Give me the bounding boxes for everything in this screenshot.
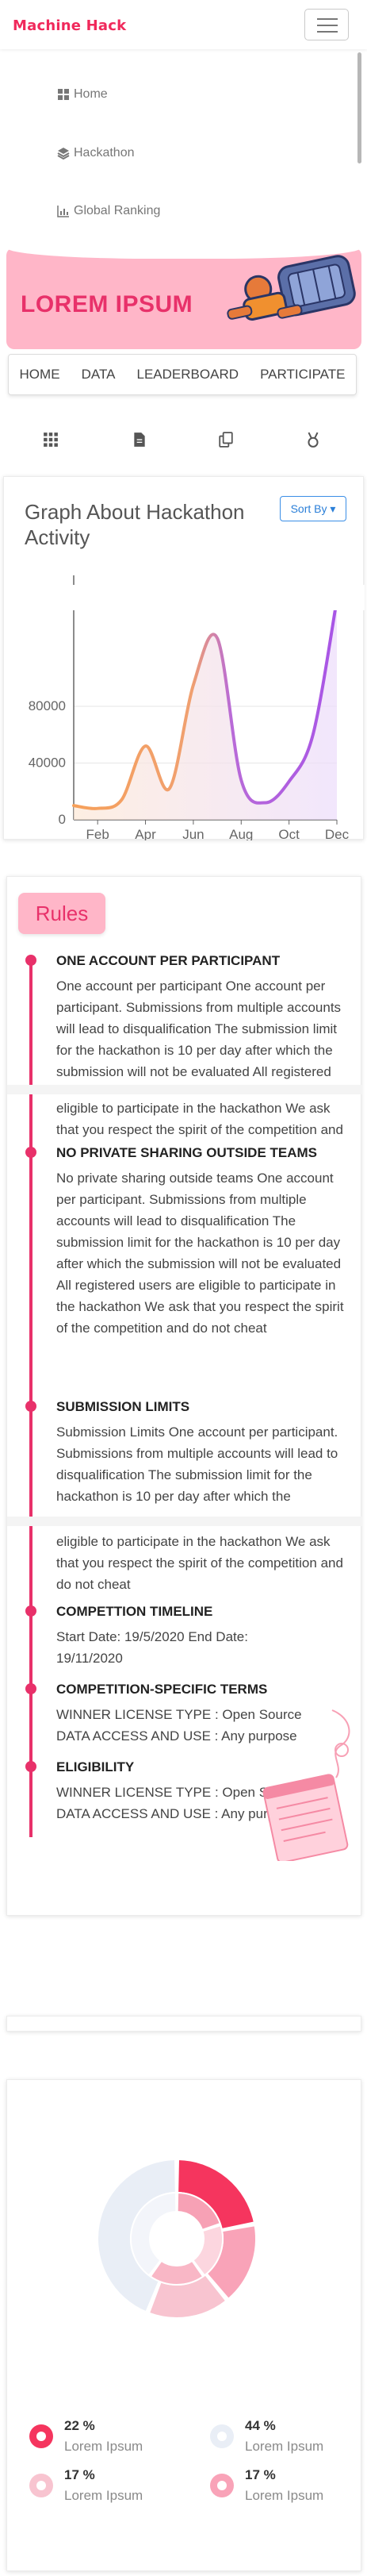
rules-badge: Rules: [18, 893, 105, 934]
rule-text: eligible to participate in the hackathon…: [56, 1101, 343, 1137]
chart-gap-band: [4, 585, 365, 610]
nav-menu: Home Hackathon Global Ranking: [0, 49, 367, 240]
medal-icon[interactable]: [305, 432, 321, 448]
top-navbar: Machine Hack: [0, 0, 367, 49]
x-tick-label: Feb: [86, 827, 109, 840]
notepad-illustration: [262, 1709, 350, 1861]
rule-heading: COMPETITION-SPECIFIC TERMS: [56, 1682, 268, 1697]
rule-heading: ONE ACCOUNT PER PARTICIPANT: [56, 953, 281, 968]
layers-icon: [57, 148, 70, 160]
x-tick-label: Dec: [325, 827, 350, 840]
grid-icon: [58, 89, 69, 100]
timeline-dot: [25, 1683, 36, 1694]
hackathon-tabs: HOME DATA LEADERBOARD PARTICIPATE: [8, 354, 357, 395]
rule-heading: ELIGIBILITY: [56, 1759, 135, 1774]
legend-item: 17 % Lorem Ipsum: [210, 2464, 367, 2512]
x-tick-label: Jun: [182, 827, 204, 840]
x-tick-label: Oct: [278, 827, 300, 840]
timeline-dot: [25, 955, 36, 966]
grid-icon[interactable]: [43, 432, 59, 448]
hamburger-line-icon: [317, 31, 338, 33]
timeline-dot: [25, 1761, 36, 1772]
nav-link-hackathon[interactable]: Hackathon: [57, 146, 135, 160]
nav-link-global-ranking[interactable]: Global Ranking: [57, 204, 160, 218]
astronaut-illustration: [227, 255, 356, 321]
donut-center: [150, 2212, 204, 2266]
rule-text: Start Date: 19/5/2020 End Date: 19/11/20…: [56, 1629, 248, 1666]
banner-title: LOREM IPSUM: [21, 291, 193, 317]
rule-heading: COMPETTION TIMELINE: [56, 1604, 213, 1619]
nav-link-home[interactable]: Home: [57, 87, 108, 102]
rule-text: No private sharing outside teams One acc…: [56, 1171, 344, 1336]
legend-label: Lorem Ipsum: [64, 2439, 143, 2454]
y-tick-label: 0: [59, 812, 66, 827]
timeline-dot: [25, 1605, 36, 1617]
legend-item: 17 % Lorem Ipsum: [29, 2464, 188, 2512]
tab-participate[interactable]: PARTICIPATE: [260, 367, 345, 383]
distribution-donut-card: 22 % Lorem Ipsum 44 % Lorem Ipsum 17 % L…: [6, 2079, 361, 2571]
legend-ring-icon: [210, 2424, 234, 2448]
tab-leaderboard[interactable]: LEADERBOARD: [137, 367, 239, 383]
tab-home[interactable]: HOME: [20, 367, 60, 383]
hamburger-line-icon: [317, 18, 338, 20]
legend-ring-icon: [29, 2424, 53, 2448]
rule-heading: NO PRIVATE SHARING OUTSIDE TEAMS: [56, 1145, 318, 1160]
document-icon[interactable]: [132, 432, 147, 448]
x-tick-label: Apr: [135, 827, 156, 840]
legend-percent: 22 %: [64, 2418, 95, 2433]
legend-label: Lorem Ipsum: [245, 2439, 324, 2454]
nav-link-label: Home: [74, 87, 108, 101]
chart-icon: [57, 206, 69, 217]
copy-icon[interactable]: [218, 432, 234, 448]
nav-link-label: Global Ranking: [74, 204, 161, 217]
legend-item: 22 % Lorem Ipsum: [29, 2415, 188, 2463]
rule-text: One account per participant One account …: [56, 978, 342, 1079]
legend-percent: 17 %: [64, 2467, 95, 2482]
timeline-dot: [25, 1401, 36, 1412]
menu-toggle-button[interactable]: [304, 9, 349, 40]
legend-ring-icon: [29, 2474, 53, 2497]
timeline-dot: [25, 1147, 36, 1158]
brand-logo[interactable]: Machine Hack: [13, 17, 126, 34]
legend-label: Lorem Ipsum: [245, 2488, 324, 2503]
section-divider: [7, 1085, 362, 1094]
rules-card: Rules ONE ACCOUNT PER PARTICIPANT One ac…: [6, 876, 362, 1916]
legend-ring-icon: [210, 2474, 234, 2497]
x-tick-label: Aug: [229, 827, 253, 840]
rule-text: eligible to participate in the hackathon…: [56, 1534, 343, 1592]
series-area: [74, 599, 337, 820]
legend-percent: 17 %: [245, 2467, 276, 2482]
legend-item: 44 % Lorem Ipsum: [210, 2415, 367, 2463]
hamburger-line-icon: [317, 25, 338, 26]
activity-line-chart: 04000080000160000FebAprJunAugOctDec: [21, 575, 350, 840]
empty-card: [6, 2016, 361, 2032]
nav-link-label: Hackathon: [74, 146, 135, 160]
hero-banner: LOREM IPSUM: [6, 248, 361, 349]
tab-data[interactable]: DATA: [82, 367, 116, 383]
legend-percent: 44 %: [245, 2418, 276, 2433]
quick-icon-row: [0, 432, 367, 456]
section-divider: [7, 1517, 362, 1526]
y-tick-label: 40000: [29, 755, 66, 770]
rule-text: Submission Limits One account per partic…: [56, 1424, 338, 1504]
activity-graph-card: Graph About Hackathon Activity Sort By ▾…: [3, 476, 365, 840]
rule-heading: SUBMISSION LIMITS: [56, 1399, 190, 1414]
legend-label: Lorem Ipsum: [64, 2488, 143, 2503]
y-tick-label: 80000: [29, 698, 66, 713]
